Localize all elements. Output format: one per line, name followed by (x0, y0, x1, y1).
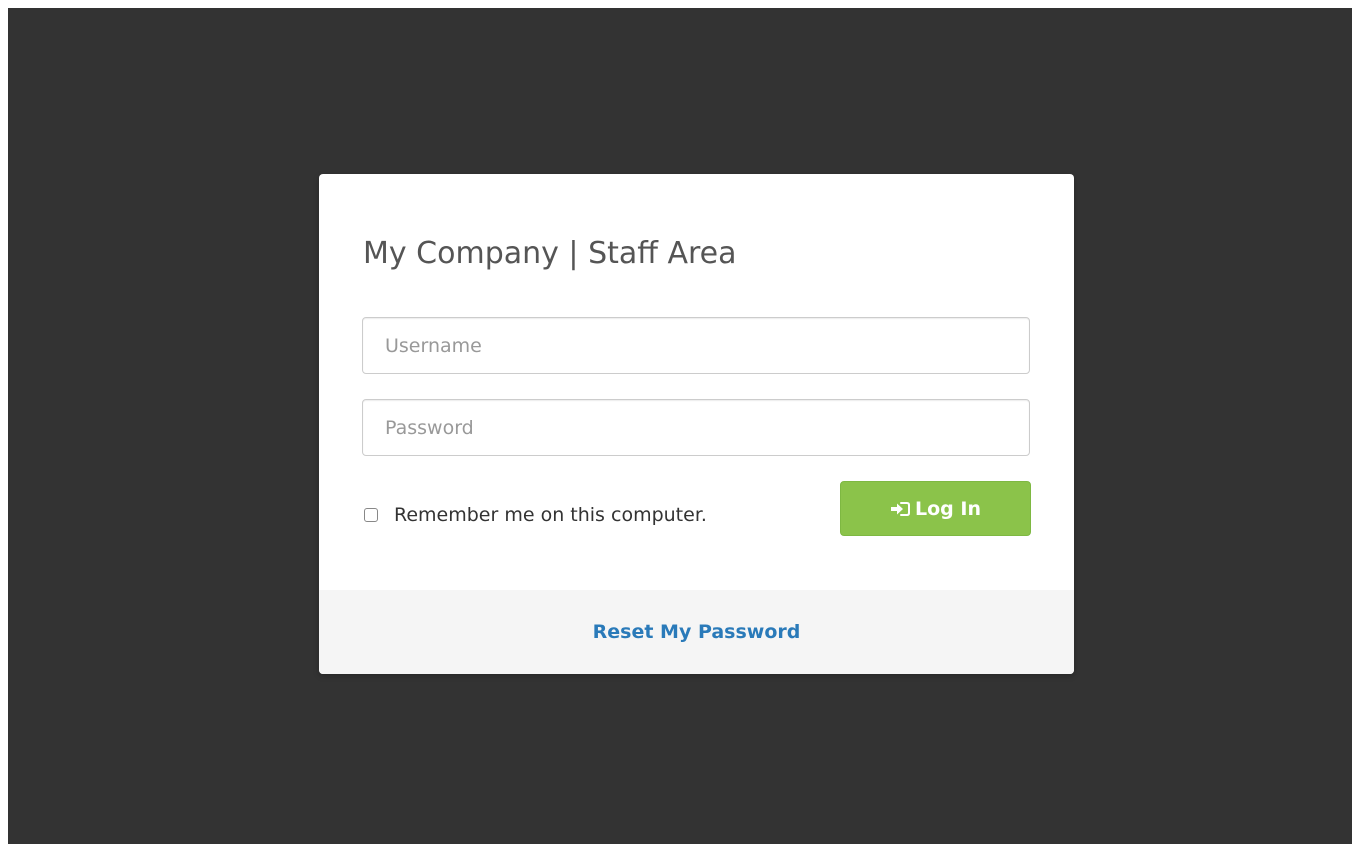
remember-me-checkbox[interactable] (364, 508, 378, 522)
log-in-label: Log In (915, 497, 981, 520)
log-in-button[interactable]: Log In (840, 481, 1031, 536)
remember-me-label[interactable]: Remember me on this computer. (394, 504, 707, 526)
password-input[interactable] (362, 399, 1030, 456)
card-footer: Reset My Password (319, 590, 1074, 674)
page-backdrop: My Company | Staff Area Remember me on t… (8, 8, 1352, 844)
page-title: My Company | Staff Area (363, 236, 737, 271)
reset-password-link[interactable]: Reset My Password (593, 621, 801, 643)
login-card: My Company | Staff Area Remember me on t… (319, 174, 1074, 674)
sign-in-icon (891, 501, 910, 516)
remember-me-option[interactable]: Remember me on this computer. (364, 500, 707, 530)
username-input[interactable] (362, 317, 1030, 374)
login-form: My Company | Staff Area Remember me on t… (319, 174, 1074, 590)
